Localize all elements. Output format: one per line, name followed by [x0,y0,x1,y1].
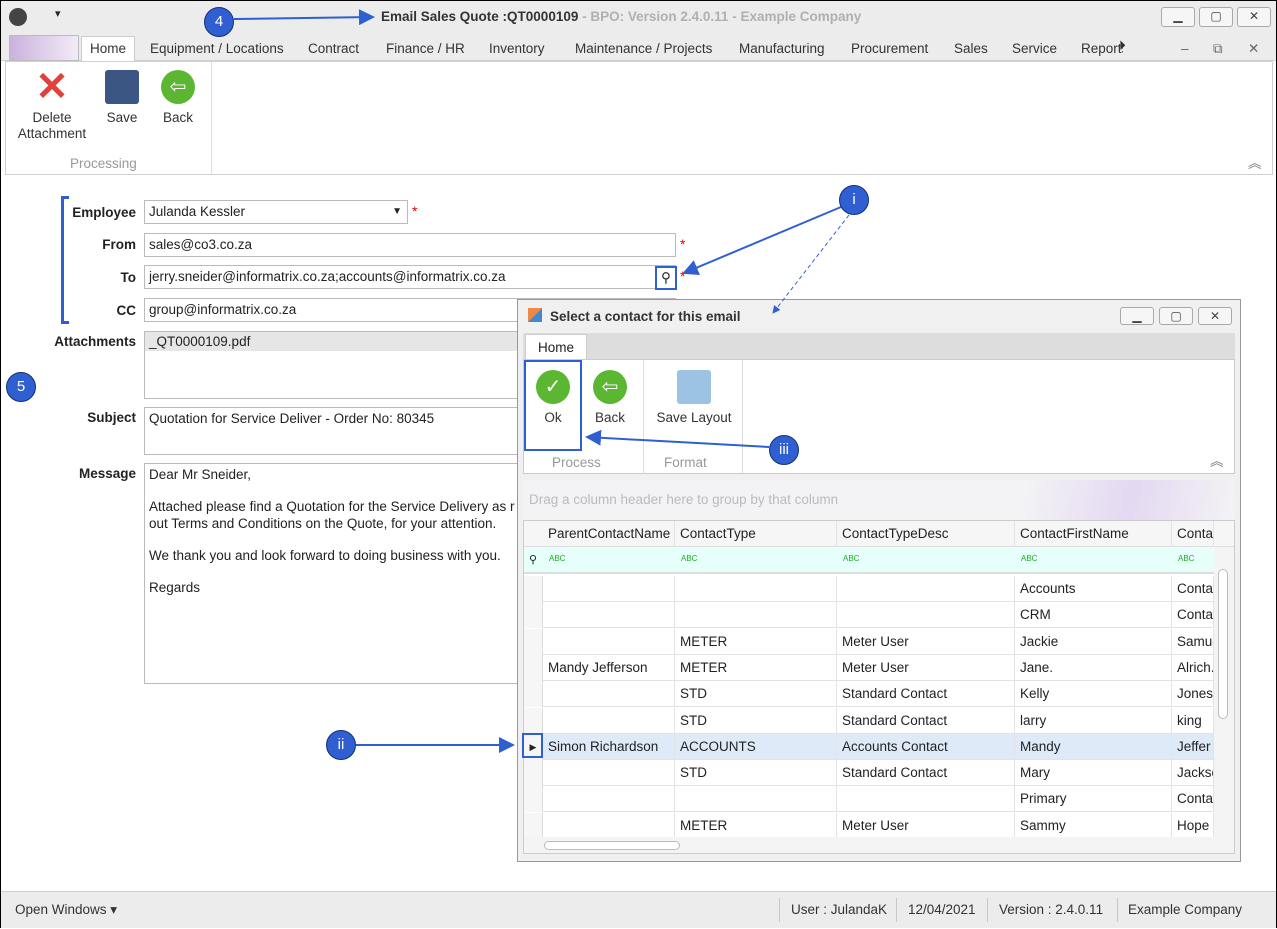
arrow-i-dashed [772,214,850,314]
arrow-iii [585,429,770,448]
arrow-i [682,206,842,275]
annotation-badge-ii: ii [326,730,356,760]
annotation-badge-i: i [839,185,869,215]
row-indicator-highlight [522,733,543,758]
annotation-badge-5: 5 [6,372,36,402]
annotation-badge-4: 4 [204,7,234,37]
annotation-arrows [233,9,850,758]
annotation-badge-iii: iii [769,435,799,465]
arrow-4 [233,9,375,26]
